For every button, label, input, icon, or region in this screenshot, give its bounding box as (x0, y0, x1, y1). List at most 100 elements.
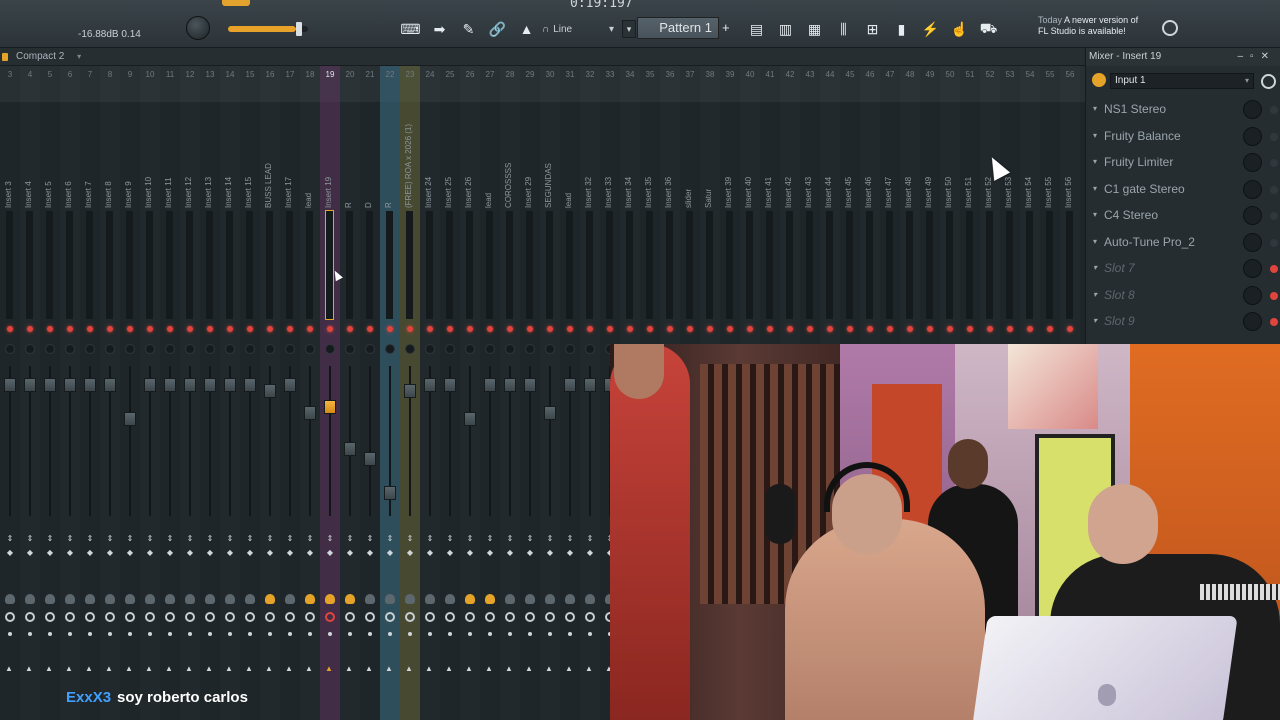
mixer-track[interactable]: 17 Insert 17 ⇕ ◆ ▲ (280, 66, 300, 720)
slot-enable-switch[interactable] (1270, 238, 1278, 247)
track-enable-led[interactable] (387, 326, 393, 332)
add-pattern-button[interactable]: + (722, 20, 730, 35)
route-bulb-icon[interactable] (385, 594, 395, 604)
volume-fader[interactable] (224, 378, 236, 392)
route-arrow-icon[interactable]: ▲ (265, 664, 273, 673)
route-arrow-icon[interactable]: ▲ (5, 664, 13, 673)
mixer-track[interactable]: 22 R ⇕ ◆ ▲ (380, 66, 400, 720)
route-bulb-icon[interactable] (185, 594, 195, 604)
chevron-down-icon[interactable]: ▾ (1093, 282, 1097, 308)
input-select-ring[interactable] (585, 612, 595, 622)
track-name[interactable]: Insert 42 (784, 108, 796, 208)
route-arrow-icon[interactable]: ▲ (465, 664, 473, 673)
fx-slot[interactable]: ▾ C1 gate Stereo (1086, 176, 1280, 203)
track-enable-led[interactable] (87, 326, 93, 332)
pan-knob[interactable] (505, 344, 515, 354)
route-bulb-icon[interactable] (25, 594, 35, 604)
master-pitch-knob[interactable] (186, 16, 210, 40)
track-name[interactable]: lead (564, 108, 576, 208)
pan-knob[interactable] (325, 344, 335, 354)
track-name[interactable]: Insert 4 (24, 108, 36, 208)
mixer-track[interactable]: 4 Insert 4 ⇕ ◆ ▲ (20, 66, 40, 720)
output-dot[interactable] (28, 632, 32, 636)
route-arrow-icon[interactable]: ▲ (445, 664, 453, 673)
volume-fader[interactable] (584, 378, 596, 392)
pan-knob[interactable] (385, 344, 395, 354)
route-bulb-icon[interactable] (365, 594, 375, 604)
route-bulb-icon[interactable] (265, 594, 275, 604)
track-enable-led[interactable] (107, 326, 113, 332)
output-dot[interactable] (428, 632, 432, 636)
track-name[interactable]: Insert 48 (904, 108, 916, 208)
track-enable-led[interactable] (807, 326, 813, 332)
input-select-ring[interactable] (465, 612, 475, 622)
track-enable-led[interactable] (847, 326, 853, 332)
route-bulb-icon[interactable] (405, 594, 415, 604)
latency-clock-icon[interactable] (1261, 74, 1276, 89)
volume-fader[interactable] (124, 412, 136, 426)
output-dot[interactable] (288, 632, 292, 636)
route-bulb-icon[interactable] (325, 594, 335, 604)
route-arrow-icon[interactable]: ▲ (285, 664, 293, 673)
input-select-ring[interactable] (205, 612, 215, 622)
track-name[interactable]: Insert 34 (624, 108, 636, 208)
output-dot[interactable] (148, 632, 152, 636)
track-name[interactable]: Insert 33 (604, 108, 616, 208)
route-arrow-icon[interactable]: ▲ (405, 664, 413, 673)
slot-enable-switch[interactable] (1270, 318, 1278, 326)
stereo-separation-control[interactable]: ⇕◆ (124, 532, 136, 560)
pattern-selector[interactable]: Pattern 1 (637, 17, 719, 39)
chevron-down-icon[interactable]: ▾ (77, 52, 81, 61)
output-dot[interactable] (68, 632, 72, 636)
track-enable-led[interactable] (927, 326, 933, 332)
route-arrow-icon[interactable]: ▲ (345, 664, 353, 673)
metronome-icon[interactable]: ▲ (512, 18, 541, 40)
file-icon[interactable]: ▮ (887, 18, 916, 40)
output-dot[interactable] (268, 632, 272, 636)
track-name[interactable]: Insert 9 (124, 108, 136, 208)
track-enable-led[interactable] (507, 326, 513, 332)
route-arrow-icon[interactable]: ▲ (305, 664, 313, 673)
track-enable-led[interactable] (667, 326, 673, 332)
volume-fader[interactable] (504, 378, 516, 392)
track-enable-led[interactable] (187, 326, 193, 332)
track-name[interactable]: Insert 3 (4, 108, 16, 208)
stereo-separation-control[interactable]: ⇕◆ (24, 532, 36, 560)
input-select-ring[interactable] (305, 612, 315, 622)
playlist-icon[interactable]: ▤ (742, 18, 771, 40)
output-dot[interactable] (88, 632, 92, 636)
track-name[interactable]: Insert 10 (144, 108, 156, 208)
mixer-track[interactable]: 11 Insert 11 ⇕ ◆ ▲ (160, 66, 180, 720)
volume-fader[interactable] (484, 378, 496, 392)
route-arrow-icon[interactable]: ▲ (525, 664, 533, 673)
track-enable-led[interactable] (287, 326, 293, 332)
track-name[interactable]: Insert 6 (64, 108, 76, 208)
browser-icon[interactable]: ⊞ (858, 18, 887, 40)
volume-fader[interactable] (304, 406, 316, 420)
track-enable-led[interactable] (687, 326, 693, 332)
track-name[interactable]: Insert 26 (464, 108, 476, 208)
route-bulb-icon[interactable] (205, 594, 215, 604)
track-enable-led[interactable] (867, 326, 873, 332)
pan-knob[interactable] (305, 344, 315, 354)
route-bulb-icon[interactable] (125, 594, 135, 604)
input-select-ring[interactable] (545, 612, 555, 622)
track-name[interactable]: lead (484, 108, 496, 208)
route-arrow-icon[interactable]: ▲ (185, 664, 193, 673)
track-enable-led[interactable] (1067, 326, 1073, 332)
pan-knob[interactable] (565, 344, 575, 354)
chevron-down-icon[interactable]: ▾ (1093, 96, 1097, 122)
pan-knob[interactable] (25, 344, 35, 354)
output-dot[interactable] (8, 632, 12, 636)
piano-keys-icon[interactable]: ⌨ (396, 18, 425, 40)
track-name[interactable]: Insert 46 (864, 108, 876, 208)
stereo-separation-control[interactable]: ⇕◆ (584, 532, 596, 560)
input-select-ring[interactable] (405, 612, 415, 622)
track-name[interactable]: SEGUNDAS (544, 108, 556, 208)
route-bulb-icon[interactable] (305, 594, 315, 604)
track-enable-led[interactable] (627, 326, 633, 332)
route-arrow-icon[interactable]: ▲ (545, 664, 553, 673)
track-name[interactable]: Insert 12 (184, 108, 196, 208)
pan-knob[interactable] (245, 344, 255, 354)
mixer-track[interactable]: 31 lead ⇕ ◆ ▲ (560, 66, 580, 720)
